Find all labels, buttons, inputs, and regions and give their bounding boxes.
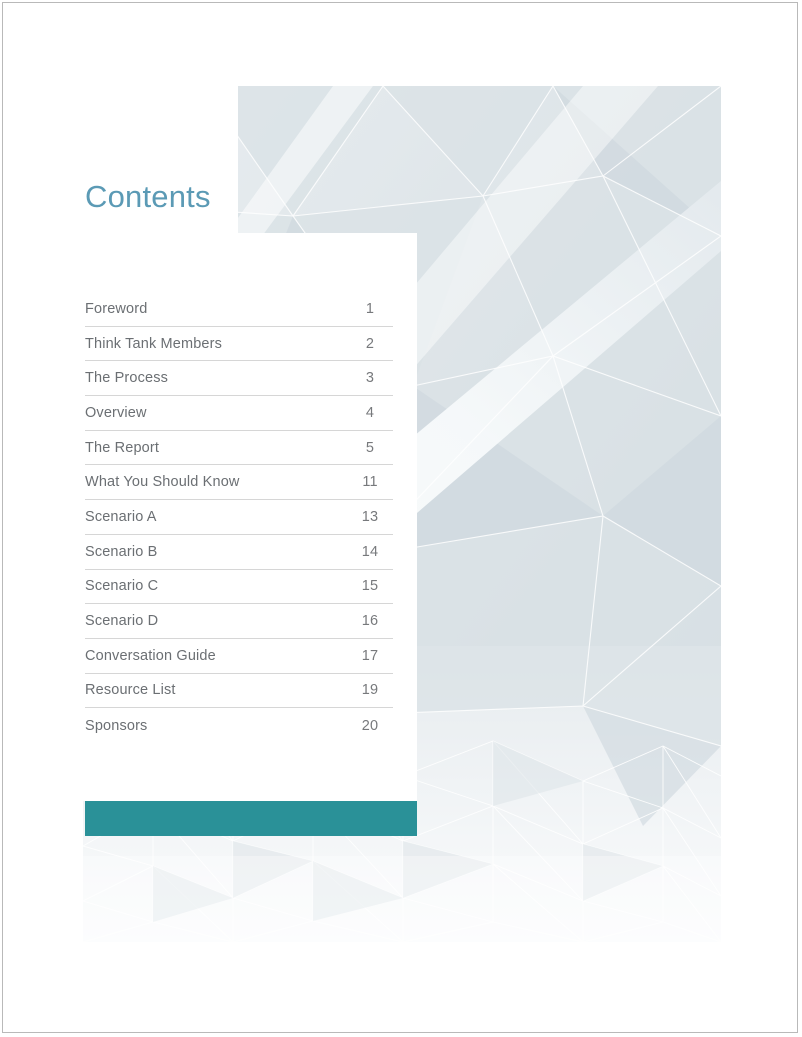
toc-row[interactable]: Foreword 1 [85, 292, 393, 327]
toc-entry-page: 20 [361, 717, 379, 734]
toc-row[interactable]: Overview 4 [85, 396, 393, 431]
accent-bar [85, 801, 417, 836]
toc-row[interactable]: Scenario B 14 [85, 535, 393, 570]
toc-entry-title: Resource List [85, 682, 176, 699]
toc-row[interactable]: Scenario D 16 [85, 604, 393, 639]
toc-row[interactable]: Scenario A 13 [85, 500, 393, 535]
document-page: Contents Foreword 1 Think Tank Members 2… [2, 2, 798, 1033]
toc-row[interactable]: The Report 5 [85, 431, 393, 466]
toc-entry-title: The Report [85, 439, 160, 456]
toc-row[interactable]: Think Tank Members 2 [85, 327, 393, 362]
toc-entry-title: Conversation Guide [85, 647, 216, 664]
toc-entry-title: Scenario A [85, 508, 157, 525]
toc-entry-page: 1 [365, 300, 375, 317]
toc-entry-title: Foreword [85, 300, 148, 317]
toc-entry-title: What You Should Know [85, 474, 240, 491]
toc-entry-page: 3 [365, 370, 375, 387]
toc-entry-title: Overview [85, 404, 147, 421]
toc-entry-page: 4 [365, 404, 375, 421]
toc-entry-page: 19 [361, 682, 379, 699]
toc-row[interactable]: Scenario C 15 [85, 570, 393, 605]
toc-entry-page: 2 [365, 335, 375, 352]
toc-entry-title: Think Tank Members [85, 335, 223, 352]
toc-entry-title: Scenario B [85, 543, 158, 560]
toc-entry-page: 14 [361, 543, 379, 560]
toc-entry-page: 5 [365, 439, 375, 456]
toc-entry-title: The Process [85, 370, 169, 387]
toc-entry-page: 15 [361, 578, 379, 595]
toc-row[interactable]: Sponsors 20 [85, 708, 393, 743]
toc-row[interactable]: Resource List 19 [85, 674, 393, 709]
toc-row[interactable]: What You Should Know 11 [85, 465, 393, 501]
toc-entry-title: Scenario D [85, 613, 159, 630]
toc-entry-title: Sponsors [85, 717, 148, 734]
page-title: Contents [85, 179, 211, 214]
toc-row[interactable]: Conversation Guide 17 [85, 639, 393, 674]
toc-entry-title: Scenario C [85, 578, 159, 595]
table-of-contents: Foreword 1 Think Tank Members 2 The Proc… [85, 292, 393, 743]
toc-row[interactable]: The Process 3 [85, 361, 393, 397]
toc-entry-page: 11 [362, 474, 378, 491]
toc-entry-page: 13 [361, 508, 379, 525]
toc-entry-page: 17 [361, 647, 379, 664]
toc-entry-page: 16 [361, 613, 379, 630]
